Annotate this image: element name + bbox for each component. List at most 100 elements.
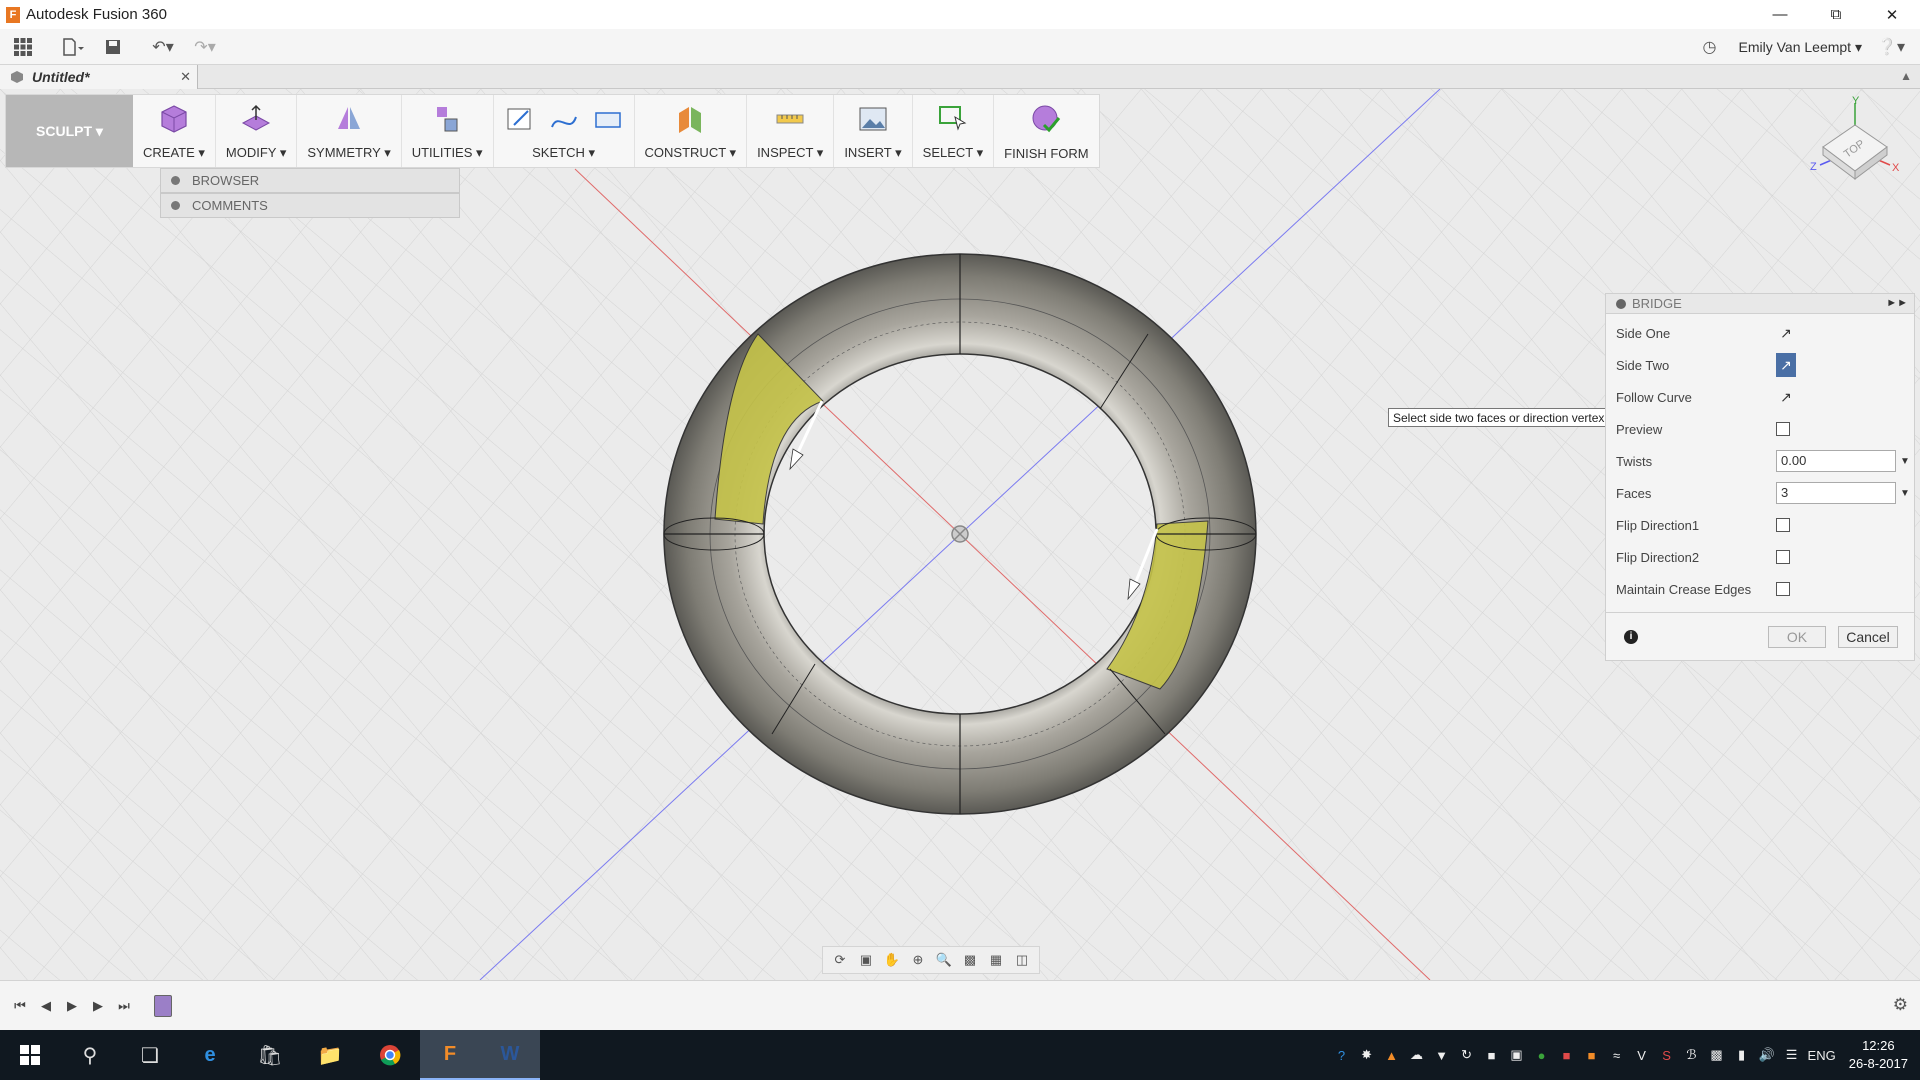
comments-panel-header[interactable]: COMMENTS xyxy=(160,193,460,218)
inspect-menu[interactable]: INSPECT ▾ xyxy=(747,95,835,167)
fit-zoom-icon[interactable]: 🔍 xyxy=(933,949,955,971)
side-two-row: Side Two ↗ xyxy=(1616,353,1906,377)
notification-icon[interactable]: ☰ xyxy=(1783,1046,1801,1064)
grid-settings-icon[interactable]: ▦ xyxy=(985,949,1007,971)
torus-model[interactable] xyxy=(663,253,1257,815)
flip-direction1-checkbox[interactable] xyxy=(1776,518,1790,532)
title-bar: F Autodesk Fusion 360 — ⧉ ✕ xyxy=(0,0,1920,29)
faces-dropdown-icon[interactable]: ▼ xyxy=(1900,488,1910,499)
chrome-icon[interactable] xyxy=(360,1030,420,1080)
window-title: Autodesk Fusion 360 xyxy=(26,6,167,23)
search-icon[interactable]: ⚲ xyxy=(60,1030,120,1080)
look-at-icon[interactable]: ▣ xyxy=(855,949,877,971)
orbit-icon[interactable]: ⟳ xyxy=(829,949,851,971)
redo-icon[interactable]: ↷▾ xyxy=(190,32,220,62)
expand-dialog-icon[interactable]: ►► xyxy=(1886,297,1908,309)
fusion360-taskbar-icon[interactable]: F xyxy=(420,1030,480,1080)
edge-browser-icon[interactable]: e xyxy=(180,1030,240,1080)
maintain-crease-checkbox[interactable] xyxy=(1776,582,1790,596)
volume-icon[interactable]: 🔊 xyxy=(1758,1046,1776,1064)
antivirus-tray-icon[interactable]: V xyxy=(1633,1046,1651,1064)
workspace-switcher[interactable]: SCULPT ▾ xyxy=(6,95,133,167)
battery-icon[interactable]: ▮ xyxy=(1733,1046,1751,1064)
view-cube[interactable]: Y Z X TOP xyxy=(1800,95,1910,195)
minimize-button[interactable]: — xyxy=(1752,0,1808,29)
language-indicator[interactable]: ENG xyxy=(1808,1048,1836,1063)
pan-hand-icon[interactable]: ✋ xyxy=(881,949,903,971)
close-window-button[interactable]: ✕ xyxy=(1864,0,1920,29)
utilities-menu[interactable]: UTILITIES ▾ xyxy=(402,95,494,167)
faces-input[interactable]: 3 xyxy=(1776,482,1896,504)
file-menu-icon[interactable] xyxy=(58,32,88,62)
browser-toggle-icon[interactable] xyxy=(171,176,180,185)
create-menu[interactable]: CREATE ▾ xyxy=(133,95,216,167)
task-view-icon[interactable]: ❏ xyxy=(120,1030,180,1080)
data-panel-grid-icon[interactable] xyxy=(8,32,38,62)
sketch-menu[interactable]: SKETCH ▾ xyxy=(494,95,635,167)
office-tray-icon[interactable]: ■ xyxy=(1583,1046,1601,1064)
viewports-icon[interactable]: ◫ xyxy=(1011,949,1033,971)
play-icon[interactable]: ▶ xyxy=(62,996,82,1016)
document-tab-bar: Untitled* ✕ ▲ xyxy=(0,65,1920,89)
help-icon[interactable]: ❔▾ xyxy=(1876,32,1906,62)
clock[interactable]: 12:26 26-8-2017 xyxy=(1849,1037,1908,1073)
go-to-start-icon[interactable]: ⏮ xyxy=(10,996,30,1016)
file-explorer-icon[interactable]: 📁 xyxy=(300,1030,360,1080)
sync-tray-icon[interactable]: ↻ xyxy=(1458,1046,1476,1064)
device-tray-icon[interactable]: ▣ xyxy=(1508,1046,1526,1064)
bridge-header[interactable]: BRIDGE ►► xyxy=(1606,294,1914,314)
timeline-form-feature-icon[interactable] xyxy=(154,994,172,1017)
upload-tray-icon[interactable]: ▲ xyxy=(1383,1046,1401,1064)
cancel-button[interactable]: Cancel xyxy=(1838,625,1898,648)
flip-direction2-checkbox[interactable] xyxy=(1776,550,1790,564)
select-menu[interactable]: SELECT ▾ xyxy=(913,95,995,167)
wifi-icon[interactable]: ≈ xyxy=(1608,1046,1626,1064)
modify-menu[interactable]: MODIFY ▾ xyxy=(216,95,298,167)
job-status-clock-icon[interactable]: ◷ xyxy=(1695,32,1725,62)
info-icon[interactable]: i xyxy=(1624,629,1638,644)
construct-menu[interactable]: CONSTRUCT ▾ xyxy=(635,95,748,167)
finish-form-button[interactable]: FINISH FORM xyxy=(994,95,1099,167)
side-two-select-cursor-icon[interactable]: ↗ xyxy=(1776,353,1796,377)
step-back-icon[interactable]: ◀ xyxy=(36,996,56,1016)
preview-checkbox[interactable] xyxy=(1776,422,1790,436)
display-settings-icon[interactable]: ▩ xyxy=(959,949,981,971)
side-one-select-cursor-icon[interactable]: ↗ xyxy=(1776,321,1796,345)
follow-curve-select-cursor-icon[interactable]: ↗ xyxy=(1776,385,1796,409)
store-icon[interactable]: 🛍 xyxy=(240,1030,300,1080)
ok-button[interactable]: OK xyxy=(1768,625,1826,648)
settings-tray-icon[interactable]: ✸ xyxy=(1358,1046,1376,1064)
twists-input[interactable]: 0.00 xyxy=(1776,450,1896,472)
solidworks-tray-icon[interactable]: S xyxy=(1658,1046,1676,1064)
pdf-tray-icon[interactable]: ■ xyxy=(1558,1046,1576,1064)
twists-dropdown-icon[interactable]: ▼ xyxy=(1900,456,1910,467)
measure-icon xyxy=(776,114,804,124)
step-forward-icon[interactable]: ▶ xyxy=(88,996,108,1016)
app-tray-icon[interactable]: ■ xyxy=(1483,1046,1501,1064)
collapse-toolbar-icon[interactable]: ▲ xyxy=(1900,69,1912,83)
comments-toggle-icon[interactable] xyxy=(171,201,180,210)
zoom-icon[interactable]: ⊕ xyxy=(907,949,929,971)
close-tab-icon[interactable]: ✕ xyxy=(180,69,191,85)
symmetry-menu[interactable]: SYMMETRY ▾ xyxy=(297,95,402,167)
word-icon[interactable]: W xyxy=(480,1030,540,1080)
undo-icon[interactable]: ↶▾ xyxy=(148,32,178,62)
windows-start-icon[interactable] xyxy=(0,1030,60,1080)
browser-panel-header[interactable]: BROWSER xyxy=(160,168,460,193)
timeline-settings-gear-icon[interactable]: ⚙ xyxy=(1893,995,1908,1015)
bluetooth-icon[interactable]: ℬ xyxy=(1683,1046,1701,1064)
restore-button[interactable]: ⧉ xyxy=(1808,0,1864,29)
save-icon[interactable] xyxy=(98,32,128,62)
display-tray-icon[interactable]: ▩ xyxy=(1708,1046,1726,1064)
onedrive-icon[interactable]: ☁ xyxy=(1408,1046,1426,1064)
document-tab[interactable]: Untitled* ✕ xyxy=(0,65,198,89)
go-to-end-icon[interactable]: ⏭ xyxy=(114,996,134,1016)
y-axis-label: Y xyxy=(1852,95,1860,107)
status-tray-icon[interactable]: ● xyxy=(1533,1046,1551,1064)
window-controls: — ⧉ ✕ xyxy=(1752,0,1920,29)
help-tray-icon[interactable]: ? xyxy=(1333,1046,1351,1064)
insert-menu[interactable]: INSERT ▾ xyxy=(834,95,913,167)
user-menu[interactable]: Emily Van Leempt ▾ xyxy=(1739,39,1863,56)
network-tray-icon[interactable]: ▼ xyxy=(1433,1046,1451,1064)
collapse-dialog-icon[interactable] xyxy=(1616,298,1626,309)
